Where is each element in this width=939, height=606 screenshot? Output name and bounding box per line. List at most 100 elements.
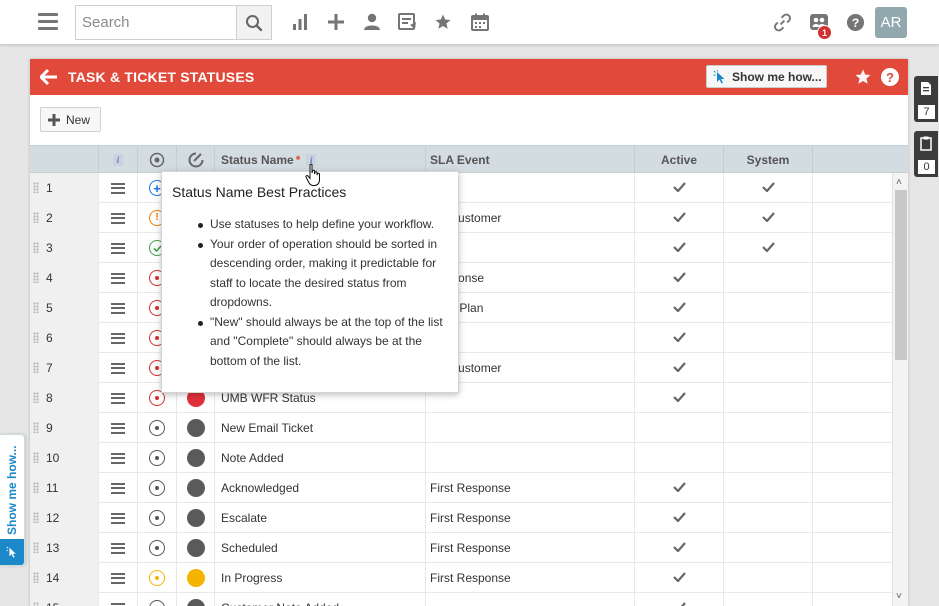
documents-widget[interactable]: 7 [914, 76, 938, 122]
status-name[interactable]: Acknowledged [215, 473, 426, 503]
search-button[interactable] [236, 6, 271, 39]
scroll-up-arrow-icon[interactable]: ˄ [896, 177, 902, 188]
user-icon[interactable] [361, 11, 383, 33]
table-row[interactable]: 12 Escalate First Response [30, 503, 908, 533]
active-cell[interactable] [635, 323, 724, 353]
status-color[interactable] [177, 443, 215, 473]
sla-event[interactable]: First Response [426, 533, 635, 563]
status-color[interactable] [177, 533, 215, 563]
list-menu-icon[interactable] [111, 482, 125, 494]
color-swatch[interactable] [186, 509, 205, 527]
active-cell[interactable] [635, 473, 724, 503]
row-order[interactable]: 13 [30, 533, 99, 563]
list-menu-icon[interactable] [111, 242, 125, 254]
status-name[interactable]: Customer Note Added [215, 593, 426, 606]
status-name[interactable]: In Progress [215, 563, 426, 593]
status-name[interactable]: Note Added [215, 443, 426, 473]
favorite-star-icon[interactable] [854, 68, 872, 86]
list-menu-icon[interactable] [111, 362, 125, 374]
drag-handle-icon[interactable] [33, 602, 39, 606]
sla-event[interactable] [426, 593, 635, 606]
active-cell[interactable] [635, 233, 724, 263]
status-name[interactable]: New Email Ticket [215, 413, 426, 443]
row-order[interactable]: 11 [30, 473, 99, 503]
active-cell[interactable] [635, 413, 724, 443]
row-menu[interactable] [99, 173, 138, 203]
row-order[interactable]: 9 [30, 413, 99, 443]
row-order[interactable]: 8 [30, 383, 99, 413]
color-swatch[interactable] [186, 419, 205, 437]
table-row[interactable]: 9 New Email Ticket [30, 413, 908, 443]
show-me-how-button[interactable]: Show me how... [706, 65, 827, 88]
panel-help-icon[interactable]: ? [881, 68, 899, 86]
list-menu-icon[interactable] [111, 512, 125, 524]
list-menu-icon[interactable] [111, 572, 125, 584]
add-plus-icon[interactable] [325, 11, 347, 33]
list-menu-icon[interactable] [111, 452, 125, 464]
list-menu-icon[interactable] [111, 182, 125, 194]
table-row[interactable]: 14 In Progress First Response [30, 563, 908, 593]
active-cell[interactable] [635, 563, 724, 593]
active-cell[interactable] [635, 533, 724, 563]
clipboard-widget[interactable]: 0 [914, 131, 938, 177]
grid-vertical-scrollbar[interactable]: ˄ ˅ [892, 173, 908, 606]
row-order[interactable]: 4 [30, 263, 99, 293]
drag-handle-icon[interactable] [33, 272, 39, 283]
table-row[interactable]: 15 Customer Note Added [30, 593, 908, 606]
color-swatch[interactable] [186, 449, 205, 467]
list-menu-icon[interactable] [111, 302, 125, 314]
new-status-button[interactable]: New [40, 107, 101, 132]
row-menu[interactable] [99, 473, 138, 503]
row-menu[interactable] [99, 323, 138, 353]
active-cell[interactable] [635, 383, 724, 413]
drag-handle-icon[interactable] [33, 542, 39, 553]
row-menu[interactable] [99, 203, 138, 233]
drag-handle-icon[interactable] [33, 302, 39, 313]
favorites-star-icon[interactable] [432, 11, 454, 33]
drag-handle-icon[interactable] [33, 512, 39, 523]
drag-handle-icon[interactable] [33, 452, 39, 463]
active-cell[interactable] [635, 443, 724, 473]
status-name[interactable]: Escalate [215, 503, 426, 533]
show-me-how-side-tab[interactable]: Show me how... [0, 434, 25, 566]
table-row[interactable]: 13 Scheduled First Response [30, 533, 908, 563]
row-menu[interactable] [99, 383, 138, 413]
list-menu-icon[interactable] [111, 212, 125, 224]
header-system[interactable]: System [724, 146, 813, 173]
drag-handle-icon[interactable] [33, 182, 39, 193]
row-menu[interactable] [99, 413, 138, 443]
status-color[interactable] [177, 413, 215, 443]
tickets-form-icon[interactable] [396, 11, 418, 33]
list-menu-icon[interactable] [111, 542, 125, 554]
row-menu[interactable] [99, 443, 138, 473]
back-arrow-icon[interactable] [40, 68, 58, 86]
row-menu[interactable] [99, 563, 138, 593]
link-icon[interactable] [771, 11, 793, 33]
row-menu[interactable] [99, 593, 138, 606]
status-color[interactable] [177, 503, 215, 533]
user-avatar[interactable]: AR [875, 7, 907, 38]
sla-event[interactable] [426, 413, 635, 443]
list-menu-icon[interactable] [111, 272, 125, 284]
list-menu-icon[interactable] [111, 422, 125, 434]
sla-event[interactable]: First Response [426, 563, 635, 593]
calendar-icon[interactable] [469, 11, 491, 33]
row-order[interactable]: 3 [30, 233, 99, 263]
color-swatch[interactable] [186, 599, 205, 606]
status-color[interactable] [177, 563, 215, 593]
drag-handle-icon[interactable] [33, 212, 39, 223]
row-menu[interactable] [99, 353, 138, 383]
row-order[interactable]: 12 [30, 503, 99, 533]
list-menu-icon[interactable] [111, 392, 125, 404]
list-menu-icon[interactable] [111, 602, 125, 606]
help-question-icon[interactable]: ? [844, 11, 866, 33]
drag-handle-icon[interactable] [33, 332, 39, 343]
active-cell[interactable] [635, 293, 724, 323]
drag-handle-icon[interactable] [33, 482, 39, 493]
row-order[interactable]: 10 [30, 443, 99, 473]
status-name[interactable]: Scheduled [215, 533, 426, 563]
color-swatch[interactable] [186, 569, 205, 587]
active-cell[interactable] [635, 593, 724, 606]
sla-event[interactable]: First Response [426, 473, 635, 503]
row-menu[interactable] [99, 293, 138, 323]
